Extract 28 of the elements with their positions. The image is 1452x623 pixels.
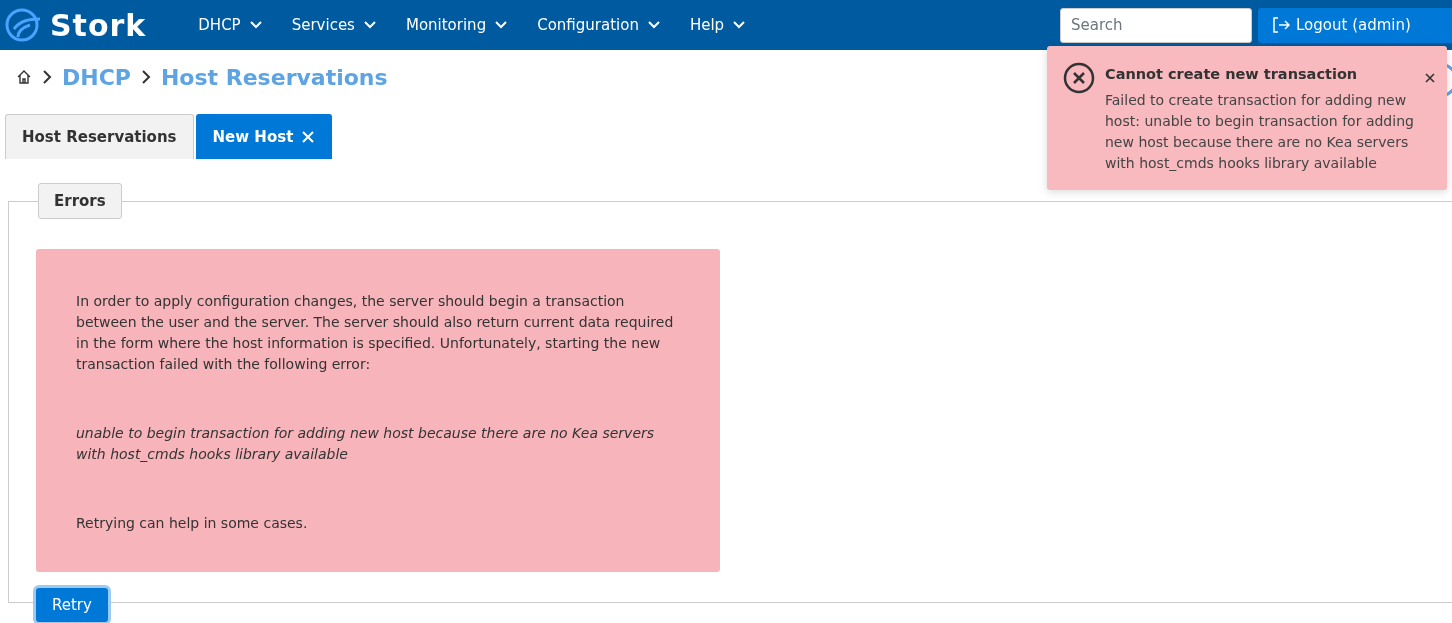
tab[interactable]: New Host (195, 114, 333, 159)
toast-title: Cannot create new transaction (1105, 66, 1359, 82)
tab[interactable]: Host Reservations (5, 114, 194, 159)
nav-menu-item[interactable]: DHCP (186, 16, 274, 34)
chevron-down-icon (495, 21, 508, 29)
message-text: Retrying can help in some cases. (76, 514, 309, 533)
retry-button[interactable]: Retry (36, 588, 108, 622)
chevron-down-icon (363, 21, 376, 29)
close-icon[interactable] (301, 130, 316, 144)
nav-menu-item[interactable]: Monitoring (393, 16, 520, 34)
panel-legend: Errors (38, 183, 122, 219)
nav-menu-item[interactable]: Configuration (525, 16, 672, 34)
message-text: In order to apply configuration changes, the server should begin a transaction between the user and the server. The server should also return current data required in the form where the host information is specified. Unfortunately, starting the new transaction failed with the following error: (76, 292, 675, 374)
toast-message: Failed to create transaction for adding new host: unable to begin transaction for adding new host because there are no Kea servers with host_cmds hooks library available (1105, 91, 1415, 173)
nav-menu-item[interactable]: Services (279, 16, 388, 34)
logout-icon (1272, 17, 1290, 33)
chevron-down-icon (733, 21, 746, 29)
chevron-down-icon (249, 21, 262, 29)
error-circle-icon (1063, 62, 1095, 94)
search-field[interactable]: Search (1060, 7, 1252, 43)
app-logo-text: Stork (50, 7, 147, 43)
home-icon[interactable] (16, 69, 32, 85)
error-detail-text: unable to begin transaction for adding new host because there are no Kea servers with host_cmds hooks library available (76, 424, 656, 464)
chevron-right-icon (140, 70, 151, 84)
logout-button[interactable]: Logout (admin) (1258, 7, 1452, 43)
nav-menu-item[interactable]: Help (677, 16, 758, 34)
chevron-right-icon (42, 70, 52, 84)
chevron-down-icon (647, 21, 660, 29)
